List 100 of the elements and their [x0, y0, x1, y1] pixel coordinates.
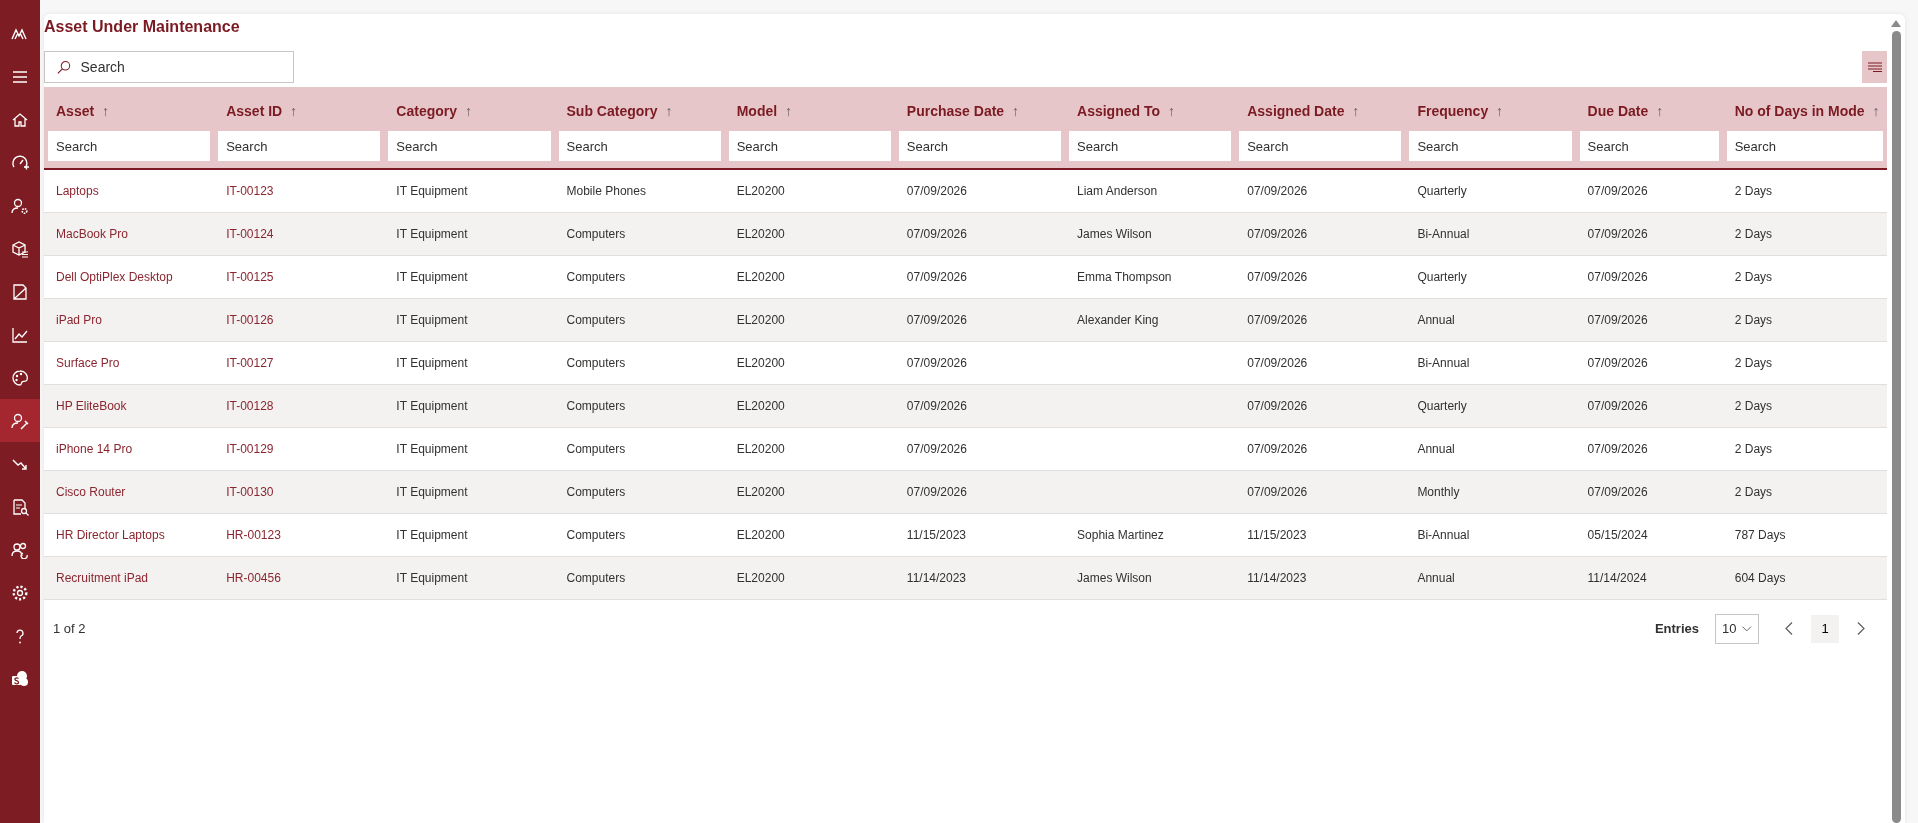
table-cell: Bi-Annual: [1417, 226, 1470, 241]
search-field[interactable]: Search: [44, 51, 294, 83]
table-cell: James Wilson: [1077, 570, 1152, 585]
scroll-up-arrow[interactable]: [1891, 20, 1901, 27]
table-link[interactable]: Recruitment iPad: [56, 570, 149, 585]
table-link[interactable]: HR-00123: [226, 527, 281, 542]
table-cell: 07/09/2026: [1587, 484, 1648, 499]
table-cell: Monthly: [1417, 484, 1460, 499]
table-cell: 07/09/2026: [906, 355, 967, 370]
user-gear-icon[interactable]: [11, 196, 29, 215]
filter-field[interactable]: Search: [1409, 131, 1572, 161]
page-button[interactable]: 1: [1811, 614, 1839, 643]
table-link[interactable]: Laptops: [56, 183, 99, 198]
table-cell: 2 Days: [1734, 312, 1773, 327]
table-cell: 2 Days: [1734, 484, 1773, 499]
table-cell: IT Equipment: [396, 269, 468, 284]
filter-field[interactable]: Search: [1069, 131, 1232, 161]
filter-field[interactable]: Search: [1726, 131, 1883, 161]
filter-field[interactable]: Search: [1579, 131, 1719, 161]
table-cell: 07/09/2026: [1247, 226, 1308, 241]
table-cell: Quarterly: [1417, 398, 1467, 413]
table-link[interactable]: Surface Pro: [56, 355, 120, 370]
table-cell: IT Equipment: [396, 226, 468, 241]
table-cell: 07/09/2026: [1247, 398, 1308, 413]
settings-icon[interactable]: [11, 583, 29, 602]
table-link[interactable]: Cisco Router: [56, 484, 126, 499]
table-cell: 07/09/2026: [1587, 269, 1648, 284]
share-icon[interactable]: [11, 669, 29, 688]
table-cell: Bi-Annual: [1417, 355, 1470, 370]
column-header[interactable]: Sub Category ↑: [554, 87, 725, 129]
filter-field[interactable]: Search: [558, 131, 721, 161]
table-cell: 07/09/2026: [906, 398, 967, 413]
table-cell: 07/09/2026: [906, 441, 967, 456]
table-link[interactable]: IT-00125: [226, 269, 274, 284]
column-header[interactable]: Frequency ↑: [1405, 87, 1576, 129]
table-link[interactable]: Dell OptiPlex Desktop: [56, 269, 173, 284]
menu-icon: [1867, 62, 1882, 72]
table-cell: 07/09/2026: [1247, 183, 1308, 198]
sidebar-item[interactable]: [0, 399, 40, 442]
table-link[interactable]: HR-00456: [226, 570, 281, 585]
column-header[interactable]: Model ↑: [724, 87, 895, 129]
scrollbar-thumb[interactable]: [1891, 31, 1901, 823]
table-cell: Emma Thompson: [1077, 269, 1172, 284]
table-cell: 07/09/2026: [906, 484, 967, 499]
table-cell: EL20200: [736, 355, 785, 370]
column-header[interactable]: Asset ID ↑: [214, 87, 385, 129]
gauge-icon[interactable]: [11, 153, 29, 172]
palette-icon[interactable]: [11, 368, 29, 387]
table-cell: Annual: [1417, 441, 1455, 456]
table-cell: Mobile Phones: [566, 183, 646, 198]
user-wrench-icon[interactable]: [11, 411, 29, 430]
entries-label: Entries: [1654, 619, 1699, 638]
table-cell: Annual: [1417, 312, 1455, 327]
column-header[interactable]: Assigned To ↑: [1065, 87, 1236, 129]
table-cell: Liam Anderson: [1077, 183, 1158, 198]
table-cell: Sophia Martinez: [1077, 527, 1164, 542]
column-header[interactable]: No of Days in Mode ↑: [1722, 87, 1887, 129]
table-cell: 07/09/2026: [1587, 226, 1648, 241]
table-link[interactable]: iPhone 14 Pro: [56, 441, 133, 456]
table-link[interactable]: MacBook Pro: [56, 226, 129, 241]
table-link[interactable]: HP EliteBook: [56, 398, 127, 413]
filter-field[interactable]: Search: [388, 131, 551, 161]
table-cell: 07/09/2026: [1247, 312, 1308, 327]
table-cell: 11/15/2023: [906, 527, 967, 542]
users-icon[interactable]: [11, 540, 29, 559]
table-link[interactable]: IT-00129: [226, 441, 274, 456]
table-cell: IT Equipment: [396, 355, 468, 370]
table-cell: Computers: [566, 570, 626, 585]
line-chart-icon[interactable]: [11, 325, 29, 344]
filter-field[interactable]: Search: [728, 131, 891, 161]
table-cell: 07/09/2026: [1247, 484, 1308, 499]
table-link[interactable]: IT-00126: [226, 312, 274, 327]
table-cell: 07/09/2026: [1247, 269, 1308, 284]
document-icon[interactable]: [11, 282, 29, 301]
table-cell: 07/09/2026: [906, 269, 967, 284]
report-search-icon[interactable]: [11, 497, 29, 516]
filter-field[interactable]: Search: [898, 131, 1062, 161]
column-header[interactable]: Category ↑: [384, 87, 555, 129]
filter-field[interactable]: Search: [48, 131, 211, 161]
table-link[interactable]: IT-00127: [226, 355, 274, 370]
table-link[interactable]: IT-00128: [226, 398, 274, 413]
table-link[interactable]: HR Director Laptops: [56, 527, 165, 542]
table-link[interactable]: IT-00123: [226, 183, 274, 198]
table-cell: EL20200: [736, 570, 785, 585]
table-link[interactable]: IT-00130: [226, 484, 274, 499]
table-cell: IT Equipment: [396, 312, 468, 327]
column-header[interactable]: Assigned Date ↑: [1235, 87, 1406, 129]
table-cell: Computers: [566, 226, 626, 241]
table-cell: 604 Days: [1734, 570, 1786, 585]
entries-dropdown[interactable]: 10: [1715, 613, 1759, 644]
chevron-right-icon: [1857, 622, 1865, 635]
filter-field[interactable]: Search: [1239, 131, 1402, 161]
table-link[interactable]: IT-00124: [226, 226, 274, 241]
table-link[interactable]: iPad Pro: [56, 312, 103, 327]
column-header[interactable]: Due Date ↑: [1575, 87, 1723, 129]
box-list-icon[interactable]: [11, 239, 29, 258]
table-cell: IT Equipment: [396, 570, 468, 585]
column-header[interactable]: Asset ↑: [44, 87, 215, 129]
filter-field[interactable]: Search: [218, 131, 381, 161]
column-header[interactable]: Purchase Date ↑: [894, 87, 1066, 129]
